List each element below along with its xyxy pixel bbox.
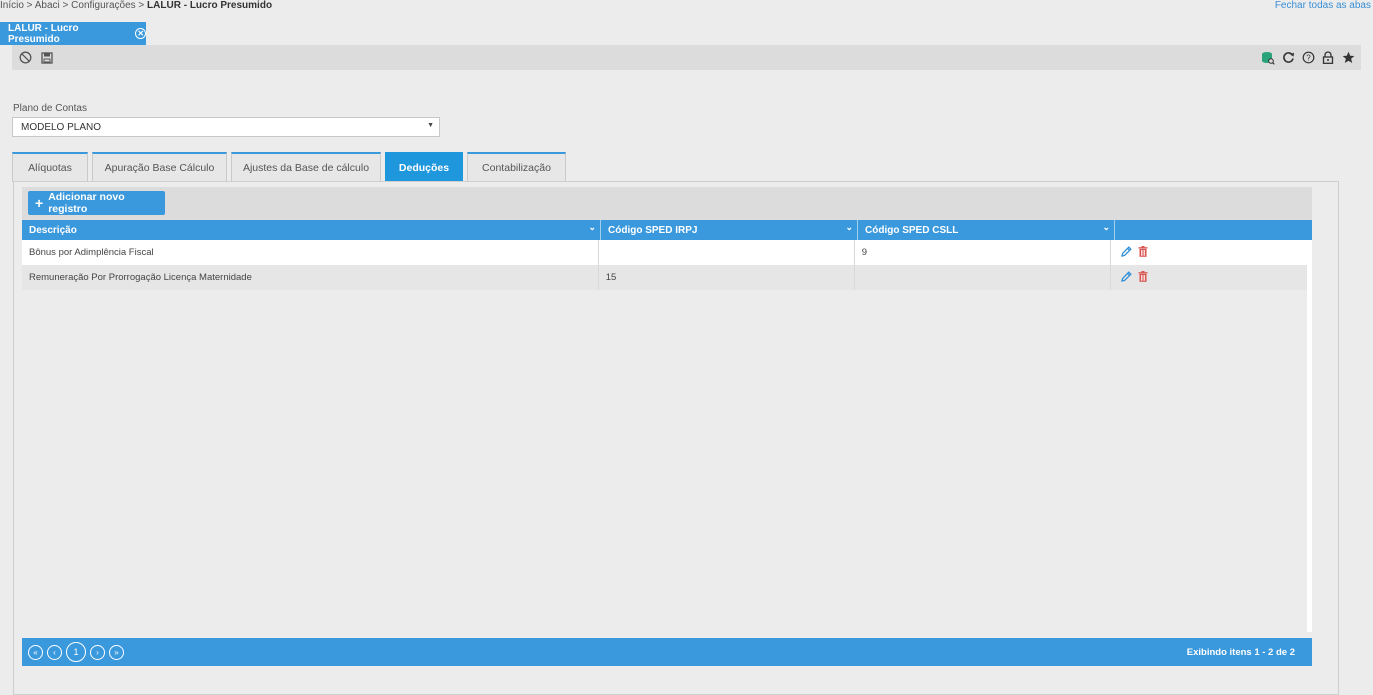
- tab-label: Ajustes da Base de cálculo: [242, 161, 370, 174]
- cell-descricao: Bônus por Adimplência Fiscal: [22, 240, 599, 265]
- plano-de-contas-label: Plano de Contas: [13, 103, 87, 114]
- tab-deducoes[interactable]: Deduções: [385, 152, 463, 186]
- chevron-down-icon[interactable]: ⌄: [845, 222, 853, 233]
- tab-label: Apuração Base Cálculo: [104, 161, 215, 174]
- tab-label: Contabilização: [482, 161, 551, 174]
- chevron-down-icon[interactable]: ⌄: [588, 222, 596, 233]
- trash-icon[interactable]: [1138, 270, 1148, 285]
- breadcrumb-current: LALUR - Lucro Presumido: [147, 0, 273, 11]
- tab-ajustes-base-calculo[interactable]: Ajustes da Base de cálculo: [231, 152, 381, 182]
- cell-actions: [1111, 240, 1307, 265]
- last-page-icon[interactable]: »: [109, 644, 124, 660]
- page-number-button[interactable]: 1: [66, 642, 86, 662]
- cell-codigo-sped-irpj: 15: [599, 265, 855, 290]
- save-icon[interactable]: [40, 51, 54, 65]
- cell-codigo-sped-csll: [855, 265, 1111, 290]
- pager: « ‹ 1 › » Exibindo itens 1 - 2 de 2: [22, 638, 1312, 666]
- column-label: Código SPED IRPJ: [608, 224, 698, 236]
- column-header-descricao[interactable]: Descrição ⌄: [22, 220, 601, 240]
- refresh-icon[interactable]: [1281, 51, 1295, 65]
- first-page-icon[interactable]: «: [28, 644, 43, 660]
- breadcrumb-path[interactable]: Início > Abaci > Configurações >: [0, 0, 147, 11]
- grid-body: Bônus por Adimplência Fiscal 9 Remuneraç…: [22, 240, 1312, 632]
- trash-icon[interactable]: [1138, 245, 1148, 260]
- table-row[interactable]: Remuneração Por Prorrogação Licença Mate…: [22, 265, 1307, 290]
- cancel-icon[interactable]: [18, 51, 32, 65]
- database-search-icon[interactable]: [1261, 51, 1275, 65]
- next-page-icon[interactable]: ›: [90, 644, 105, 660]
- cell-codigo-sped-irpj: [599, 240, 855, 265]
- caret-down-icon: ▼: [427, 122, 434, 129]
- page-tab-label: LALUR - Lucro Presumido: [8, 22, 79, 45]
- table-row[interactable]: Bônus por Adimplência Fiscal 9: [22, 240, 1307, 265]
- cell-codigo-sped-csll: 9: [855, 240, 1111, 265]
- add-record-button[interactable]: + Adicionar novo registro: [28, 191, 165, 215]
- lock-icon[interactable]: [1321, 51, 1335, 65]
- column-label: Código SPED CSLL: [865, 224, 959, 236]
- cell-descricao: Remuneração Por Prorrogação Licença Mate…: [22, 265, 599, 290]
- plano-de-contas-select[interactable]: MODELO PLANO ▼: [12, 117, 440, 137]
- grid-toolbar: + Adicionar novo registro: [22, 187, 1312, 220]
- column-header-codigo-sped-irpj[interactable]: Código SPED IRPJ ⌄: [601, 220, 858, 240]
- tab-label: Alíquotas: [28, 161, 72, 174]
- edit-icon[interactable]: [1120, 270, 1132, 285]
- tab-label: Deduções: [398, 161, 450, 174]
- column-header-codigo-sped-csll[interactable]: Código SPED CSLL ⌄: [858, 220, 1115, 240]
- toolbar: ?: [12, 45, 1361, 70]
- column-label: Descrição: [29, 224, 77, 236]
- pager-info: Exibindo itens 1 - 2 de 2: [1186, 646, 1295, 658]
- close-all-tabs-link[interactable]: Fechar todas as abas: [1275, 0, 1371, 11]
- add-record-label: Adicionar novo registro: [48, 191, 125, 215]
- tab-aliquotas[interactable]: Alíquotas: [12, 152, 88, 182]
- grid-header: Descrição ⌄ Código SPED IRPJ ⌄ Código SPED…: [22, 220, 1312, 240]
- svg-text:?: ?: [1306, 53, 1311, 62]
- close-tab-icon[interactable]: ✕: [135, 28, 146, 39]
- tab-apuracao-base-calculo[interactable]: Apuração Base Cálculo: [92, 152, 227, 182]
- tab-contabilizacao[interactable]: Contabilização: [467, 152, 566, 182]
- column-header-actions: [1115, 220, 1312, 240]
- plano-de-contas-value: MODELO PLANO: [21, 121, 102, 133]
- edit-icon[interactable]: [1120, 245, 1132, 260]
- page-tab-lalur[interactable]: LALUR - Lucro Presumido ✕: [0, 22, 146, 45]
- star-icon[interactable]: [1341, 51, 1355, 65]
- chevron-down-icon[interactable]: ⌄: [1102, 222, 1110, 233]
- cell-actions: [1111, 265, 1307, 290]
- tab-bar: Alíquotas Apuração Base Cálculo Ajustes …: [12, 152, 566, 186]
- breadcrumb: Início > Abaci > Configurações > LALUR -…: [0, 0, 272, 12]
- help-icon[interactable]: ?: [1301, 51, 1315, 65]
- previous-page-icon[interactable]: ‹: [47, 644, 62, 660]
- plus-icon: +: [35, 195, 44, 211]
